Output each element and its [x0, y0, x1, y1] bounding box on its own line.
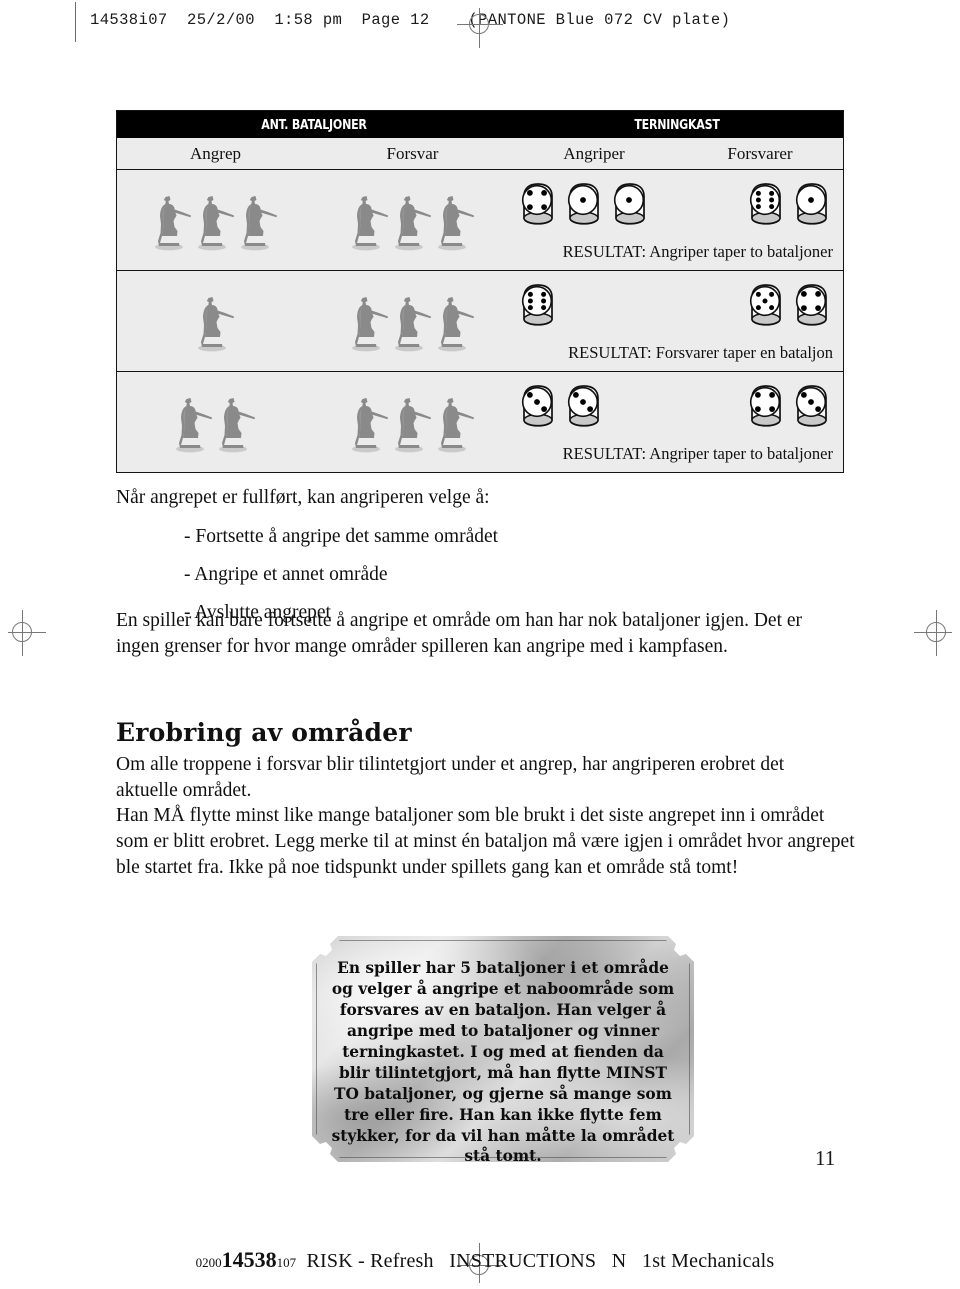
- subheader-attack: Angrep: [190, 143, 241, 163]
- colophon-suffix: 107: [276, 1255, 297, 1270]
- die-icon-6: [749, 183, 781, 225]
- soldier-token-icon: [394, 196, 431, 251]
- choice-item: - Angripe et annet område: [184, 563, 388, 585]
- colophon-job: 14538: [221, 1247, 277, 1272]
- soldier-token-icon: [154, 196, 191, 251]
- intro-paragraph: Når angrepet er fullført, kan angriperen…: [116, 487, 490, 508]
- dice-cell: RESULTAT: Forsvarer taper en bataljon: [511, 271, 843, 371]
- attacker-troops-cell: [117, 372, 314, 472]
- reg-ring: [926, 622, 946, 642]
- paragraph-conquest-2: Han MÅ flytte minst like mange bataljone…: [116, 805, 855, 878]
- battle-example-table: ANT. BATALJONER TERNINGKAST Angrep Forsv…: [116, 110, 844, 473]
- registration-mark-right: [914, 610, 960, 656]
- die-icon-4: [749, 385, 781, 427]
- soldier-token-icon: [394, 398, 431, 453]
- die-icon-3: [521, 385, 553, 427]
- subheader-defender-dice: Forsvarer: [727, 143, 793, 163]
- soldier-token-icon: [351, 297, 388, 352]
- subheader-attacker-dice: Angriper: [563, 143, 625, 163]
- banner-label-diceroll: TERNINGKAST: [634, 116, 720, 133]
- defender-troops-cell: [314, 170, 511, 270]
- soldier-token-icon: [240, 196, 277, 251]
- table-body: RESULTAT: Angriper taper to bataljoner RE…: [117, 170, 843, 472]
- colophon-footer: 020014538107 RISK - Refresh INSTRUCTIONS…: [0, 1224, 960, 1273]
- soldier-token-icon: [197, 297, 234, 352]
- die-icon-1: [613, 183, 645, 225]
- registration-mark-top: [457, 2, 503, 48]
- table-row: RESULTAT: Forsvarer taper en bataljon: [117, 271, 843, 372]
- registration-mark-left: [0, 610, 46, 656]
- table-banner: ANT. BATALJONER TERNINGKAST: [117, 111, 843, 138]
- soldier-token-icon: [437, 297, 474, 352]
- die-icon-3: [795, 385, 827, 427]
- defender-dice-group: [747, 283, 831, 327]
- paragraph-attack-limits: En spiller kan bare fortsette å angripe …: [116, 610, 803, 657]
- paragraph-conquest-1: Om alle troppene i forsvar blir tilintet…: [116, 754, 785, 801]
- banner-label-battalions: ANT. BATALJONER: [261, 116, 367, 133]
- table-row: RESULTAT: Angriper taper to bataljoner: [117, 170, 843, 271]
- plaque-example-text: En spiller har 5 bataljoner i et område …: [331, 959, 675, 1166]
- attacker-dice-group: [519, 384, 603, 428]
- dice-cell: RESULTAT: Angriper taper to bataljoner: [511, 170, 843, 270]
- row-result-text: RESULTAT: Forsvarer taper en bataljon: [568, 343, 833, 362]
- die-icon-5: [749, 284, 781, 326]
- soldier-token-icon: [437, 196, 474, 251]
- die-icon-3: [567, 385, 599, 427]
- soldier-token-icon: [437, 398, 474, 453]
- page-number: 11: [815, 1146, 836, 1170]
- table-row: RESULTAT: Angriper taper to bataljoner: [117, 372, 843, 472]
- choice-item: - Fortsette å angripe det samme området: [184, 526, 499, 547]
- reg-ring: [12, 622, 32, 642]
- attacker-dice-group: [519, 182, 649, 226]
- reg-ring: [469, 14, 489, 34]
- die-icon-1: [795, 183, 827, 225]
- defender-troops-cell: [314, 271, 511, 371]
- soldier-token-icon: [351, 196, 388, 251]
- die-icon-1: [567, 183, 599, 225]
- example-callout-plaque: En spiller har 5 bataljoner i et område …: [312, 936, 694, 1165]
- soldier-token-icon: [219, 398, 255, 453]
- die-icon-6: [521, 284, 553, 326]
- row-result-text: RESULTAT: Angriper taper to bataljoner: [562, 444, 833, 463]
- attacker-dice-group: [519, 283, 557, 327]
- section-heading-conquest: Erobring av områder: [116, 718, 412, 747]
- defender-dice-group: [747, 182, 831, 226]
- row-result-text: RESULTAT: Angriper taper to bataljoner: [562, 242, 833, 261]
- defender-troops-cell: [314, 372, 511, 472]
- defender-dice-group: [747, 384, 831, 428]
- attacker-troops-cell: [117, 271, 314, 371]
- colophon-rest: RISK - Refresh INSTRUCTIONS N 1st Mechan…: [296, 1250, 775, 1272]
- colophon-prefix: 0200: [195, 1255, 222, 1270]
- soldier-token-icon: [351, 398, 388, 453]
- table-subheader-row: Angrep Forsvar Angriper Forsvarer: [117, 138, 843, 170]
- die-icon-4: [521, 183, 553, 225]
- soldier-token-icon: [197, 196, 234, 251]
- soldier-token-icon: [176, 398, 212, 453]
- dice-cell: RESULTAT: Angriper taper to bataljoner: [511, 372, 843, 472]
- soldier-token-icon: [394, 297, 431, 352]
- subheader-defense: Forsvar: [386, 143, 439, 163]
- die-icon-4: [795, 284, 827, 326]
- attacker-troops-cell: [117, 170, 314, 270]
